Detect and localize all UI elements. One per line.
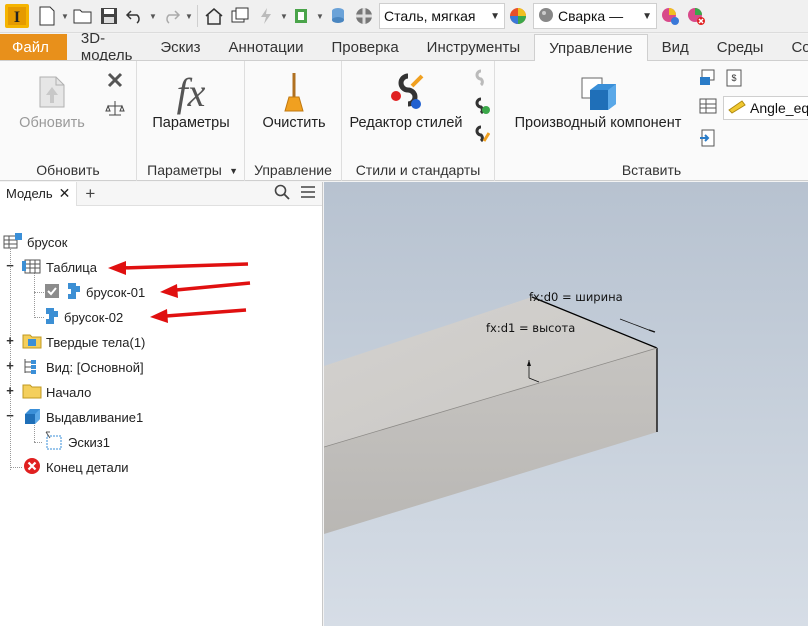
- update-button[interactable]: Обновить: [6, 69, 98, 131]
- redo-icon[interactable]: [158, 3, 184, 29]
- purge-label: Очистить: [262, 115, 326, 131]
- ribbon-panel-area: Обновить Обновить fx Параметры Параметры…: [0, 61, 808, 181]
- material-value: Сталь, мягкая: [384, 8, 476, 24]
- tab-manage[interactable]: Управление: [534, 34, 648, 61]
- parameters-panel-label[interactable]: Параметры ▼: [137, 162, 244, 178]
- panel-update: Обновить Обновить: [0, 61, 137, 181]
- appearance-select[interactable]: Сварка — ▼: [533, 3, 657, 29]
- style-editor-label: Редактор стилей: [349, 115, 463, 131]
- tab-annotate[interactable]: Аннотации: [215, 34, 318, 60]
- red-arrow-table: [108, 261, 249, 275]
- style-update-icon[interactable]: [470, 67, 492, 89]
- svg-text:I: I: [14, 9, 20, 26]
- undo-icon[interactable]: [122, 3, 148, 29]
- update-icon: [6, 69, 98, 115]
- update-panel-label: Обновить: [36, 162, 100, 178]
- close-icon[interactable]: ✕: [59, 185, 71, 202]
- tab-view[interactable]: Вид: [648, 34, 703, 60]
- panel-insert: Производный компонент $ Angle_eq Вставит…: [495, 61, 808, 181]
- tab-collaborate[interactable]: Сов: [777, 34, 808, 60]
- style-purge-icon[interactable]: [470, 95, 492, 117]
- tools-icon[interactable]: [104, 69, 126, 91]
- spreadsheet-icon[interactable]: [697, 95, 719, 117]
- parameters-label: Параметры: [152, 115, 230, 131]
- dimension-d0-label[interactable]: fx:d0 = ширина: [529, 290, 623, 304]
- window-icon[interactable]: [227, 3, 253, 29]
- chevron-down-icon[interactable]: ▼: [148, 12, 158, 21]
- separator: [197, 5, 198, 27]
- angle-field-value: Angle_eq: [750, 100, 808, 116]
- green-export-icon[interactable]: [289, 3, 315, 29]
- fx-icon: fx: [176, 69, 206, 115]
- tab-sketch[interactable]: Эскиз: [146, 34, 214, 60]
- embed-icon[interactable]: [697, 127, 719, 149]
- tab-3d-model[interactable]: 3D-модель: [67, 30, 147, 64]
- derived-component-label: Производный компонент: [514, 115, 682, 131]
- tab-tools[interactable]: Инструменты: [413, 34, 535, 60]
- broom-icon: [251, 69, 337, 115]
- new-file-icon[interactable]: [34, 3, 60, 29]
- svg-text:$: $: [731, 73, 736, 83]
- styles-panel-label: Стили и стандарты: [355, 162, 481, 178]
- chevron-down-icon: ▼: [490, 10, 500, 22]
- quick-access-toolbar: I ▼ ▼ ▼ ▼ ▼ Сталь, мягкая ▼ Сварка — ▼: [0, 0, 808, 33]
- panel-parameters: fx Параметры Параметры ▼: [137, 61, 245, 181]
- parameters-button[interactable]: fx Параметры: [143, 69, 239, 132]
- attach-icon[interactable]: $: [723, 67, 745, 89]
- search-icon[interactable]: [274, 184, 290, 203]
- chevron-down-icon[interactable]: ▼: [60, 12, 70, 21]
- checker-ball-icon[interactable]: [351, 3, 377, 29]
- graphics-viewport[interactable]: fx:d0 = ширина fx:d1 = высота: [324, 182, 808, 626]
- color-wheel-icon[interactable]: [505, 3, 531, 29]
- tab-file[interactable]: Файл: [0, 34, 67, 60]
- ruler-icon: [728, 99, 746, 117]
- dimension-d1-label[interactable]: fx:d1 = высота: [486, 321, 575, 335]
- browser-header: Модель ✕ +: [0, 181, 322, 206]
- sphere-icon: [538, 7, 554, 26]
- inventor-logo-icon[interactable]: I: [0, 3, 34, 29]
- panel-manage: Очистить Управление: [245, 61, 342, 181]
- database-icon[interactable]: [325, 3, 351, 29]
- tab-model[interactable]: Модель ✕: [0, 181, 78, 206]
- material-select[interactable]: Сталь, мягкая ▼: [379, 3, 505, 29]
- derived-component-icon: [505, 69, 691, 115]
- model-tab-label: Модель: [6, 186, 53, 201]
- chevron-down-icon[interactable]: ▼: [184, 12, 194, 21]
- save-icon[interactable]: [96, 3, 122, 29]
- purge-button[interactable]: Очистить: [251, 69, 337, 131]
- home-icon[interactable]: [201, 3, 227, 29]
- import-icon[interactable]: [697, 67, 719, 89]
- style-editor-icon: [346, 69, 466, 115]
- red-arrow-member-02: [150, 308, 247, 323]
- derived-component-button[interactable]: Производный компонент: [505, 69, 691, 131]
- annotation-arrows: [108, 261, 251, 323]
- bar-3d-model: [324, 296, 658, 534]
- ribbon-tabs: Файл 3D-модель Эскиз Аннотации Проверка …: [0, 30, 808, 64]
- insert-panel-label: Вставить: [621, 162, 682, 178]
- appearance-adjust-icon[interactable]: [657, 3, 683, 29]
- appearance-clear-icon[interactable]: [683, 3, 709, 29]
- manage-panel-label: Управление: [254, 162, 332, 178]
- tab-environments[interactable]: Среды: [703, 34, 778, 60]
- chevron-down-icon: ▼: [642, 10, 652, 22]
- open-folder-icon[interactable]: [70, 3, 96, 29]
- chevron-down-icon[interactable]: ▼: [279, 12, 289, 21]
- tab-inspect[interactable]: Проверка: [317, 34, 412, 60]
- parameters-panel-text: Параметры: [147, 162, 222, 178]
- lightning-icon[interactable]: [253, 3, 279, 29]
- chevron-down-icon[interactable]: ▼: [315, 12, 325, 21]
- red-arrow-member-01: [160, 281, 251, 298]
- menu-icon[interactable]: [300, 185, 316, 202]
- angle-parameter-field[interactable]: Angle_eq: [723, 96, 808, 120]
- model-browser: Модель ✕ + брусок − Таблица брусок-01 бр…: [0, 181, 323, 626]
- chevron-down-icon: ▼: [229, 166, 238, 176]
- appearance-value: Сварка —: [558, 8, 624, 24]
- update-label: Обновить: [19, 115, 85, 131]
- panel-styles: Редактор стилей Стили и стандарты: [342, 61, 495, 181]
- add-tab-icon[interactable]: +: [85, 184, 95, 204]
- style-save-icon[interactable]: [470, 123, 492, 145]
- style-editor-button[interactable]: Редактор стилей: [346, 69, 466, 131]
- balance-icon[interactable]: [104, 97, 126, 119]
